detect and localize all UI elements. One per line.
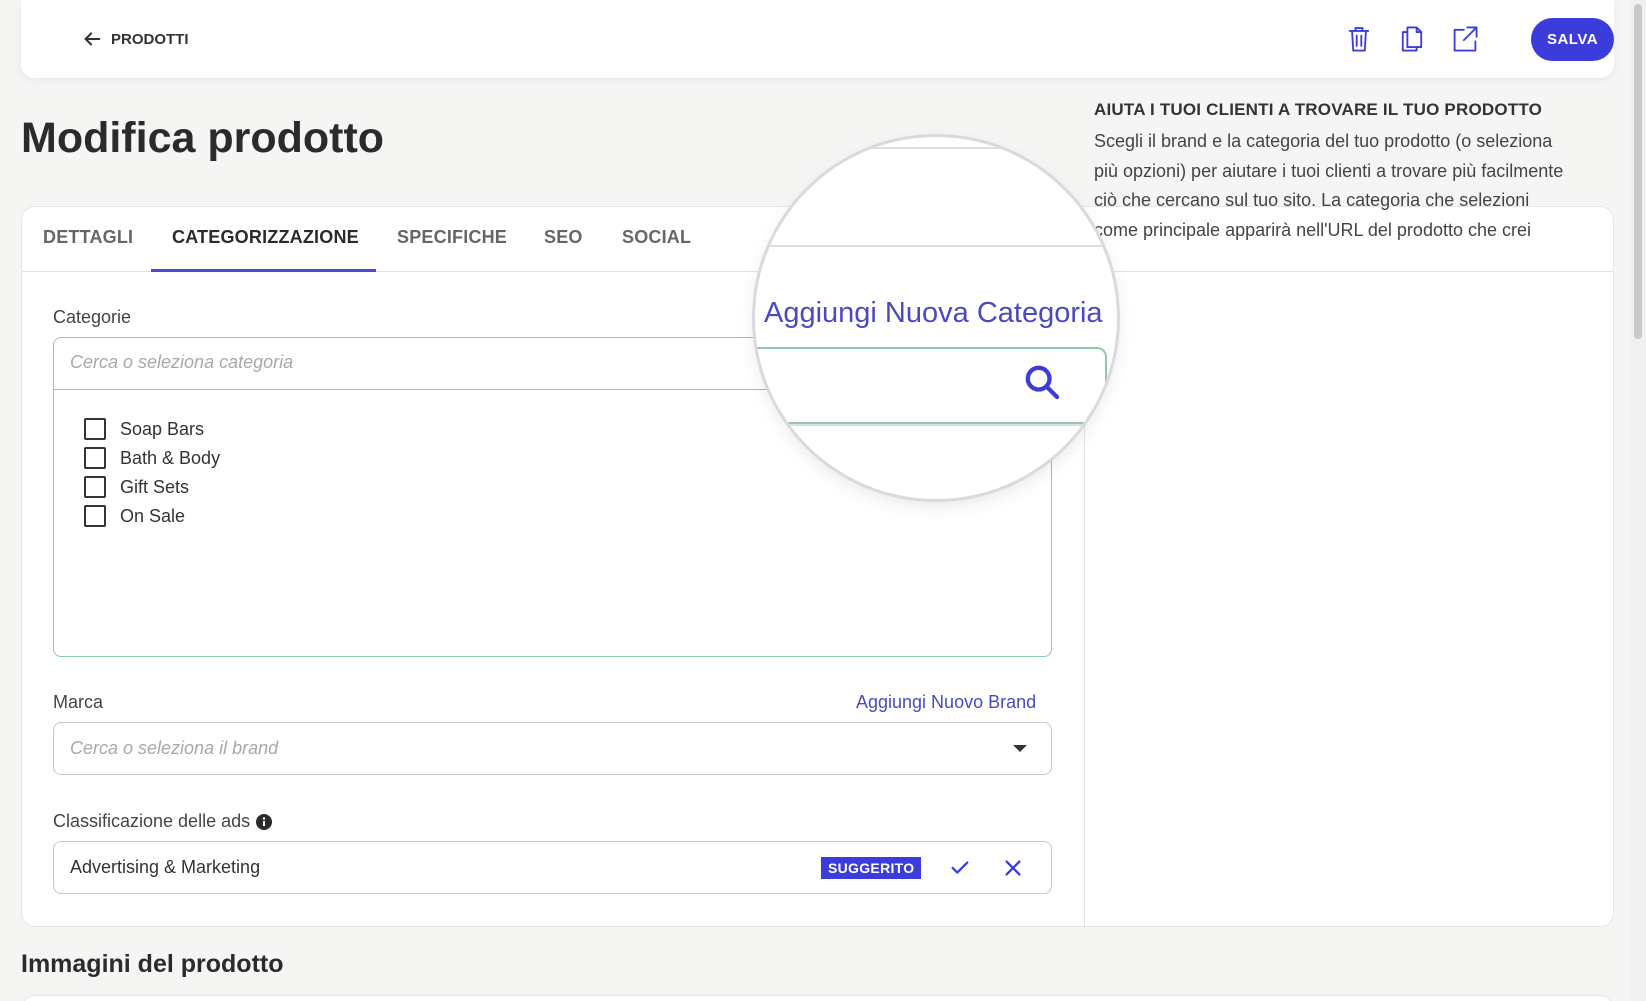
check-icon[interactable] xyxy=(949,857,971,879)
checkbox[interactable] xyxy=(84,418,106,440)
ads-classification-field[interactable]: Advertising & Marketing SUGGERITO xyxy=(53,841,1052,894)
page-title: Modifica prodotto xyxy=(21,114,385,162)
save-button[interactable]: SALVA xyxy=(1531,18,1614,61)
category-item-bath-body[interactable]: Bath & Body xyxy=(84,447,220,469)
add-category-link[interactable]: Aggiungi Nuova Categoria xyxy=(764,297,1103,330)
ads-value: Advertising & Marketing xyxy=(70,857,261,877)
info-icon[interactable] xyxy=(256,813,273,830)
copy-icon[interactable] xyxy=(1398,24,1426,54)
category-label: Gift Sets xyxy=(120,476,190,497)
tab-categorizzazione[interactable]: CATEGORIZZAZIONE xyxy=(172,227,359,248)
close-icon[interactable] xyxy=(1002,857,1024,879)
back-label: PRODOTTI xyxy=(111,30,189,48)
scrollbar[interactable] xyxy=(1630,0,1646,1001)
magnifier-lens: Aggiungi Nuova Categoria xyxy=(755,137,1117,499)
active-tab-indicator xyxy=(151,269,376,272)
tab-social[interactable]: SOCIAL xyxy=(622,227,691,248)
magnified-divider xyxy=(755,147,1117,149)
brand-select[interactable]: Cerca o seleziona il brand xyxy=(53,722,1052,775)
checkbox[interactable] xyxy=(84,505,106,527)
suggested-badge: SUGGERITO xyxy=(821,857,922,879)
category-label: Bath & Body xyxy=(120,447,221,468)
images-section-title: Immagini del prodotto xyxy=(21,950,284,978)
external-link-icon[interactable] xyxy=(1451,24,1479,54)
back-button[interactable]: PRODOTTI xyxy=(81,28,189,50)
help-text: Scegli il brand e la categoria del tuo p… xyxy=(1094,131,1564,240)
tab-dettagli[interactable]: DETTAGLI xyxy=(43,227,133,248)
help-title: AIUTA I TUOI CLIENTI A TROVARE IL TUO PR… xyxy=(1094,100,1543,119)
category-label: On Sale xyxy=(120,505,186,526)
arrow-left-icon xyxy=(84,32,101,46)
ads-label: Classificazione delle ads xyxy=(53,811,251,831)
magnified-divider xyxy=(755,424,1095,426)
scrollbar-thumb[interactable] xyxy=(1634,4,1642,339)
checkbox[interactable] xyxy=(84,476,106,498)
brand-label: Marca xyxy=(53,692,104,712)
category-item-soap-bars[interactable]: Soap Bars xyxy=(84,418,204,440)
category-item-on-sale[interactable]: On Sale xyxy=(84,505,185,527)
images-card xyxy=(21,995,1614,1001)
top-bar: PRODOTTI SALVA xyxy=(21,0,1614,78)
categories-label: Categorie xyxy=(53,307,132,327)
category-search-placeholder: Cerca o seleziona categoria xyxy=(70,352,294,372)
brand-placeholder: Cerca o seleziona il brand xyxy=(70,738,279,758)
ads-label-row: Classificazione delle ads xyxy=(53,811,273,832)
checkbox[interactable] xyxy=(84,447,106,469)
category-item-gift-sets[interactable]: Gift Sets xyxy=(84,476,189,498)
caret-down-icon[interactable] xyxy=(1013,745,1027,752)
magnified-divider xyxy=(755,245,1117,247)
tab-seo[interactable]: SEO xyxy=(544,227,583,248)
category-label: Soap Bars xyxy=(120,418,205,439)
add-brand-link[interactable]: Aggiungi Nuovo Brand xyxy=(856,692,1036,713)
tab-specifiche[interactable]: SPECIFICHE xyxy=(397,227,507,248)
trash-icon[interactable] xyxy=(1345,24,1373,54)
search-icon[interactable] xyxy=(1022,362,1062,402)
